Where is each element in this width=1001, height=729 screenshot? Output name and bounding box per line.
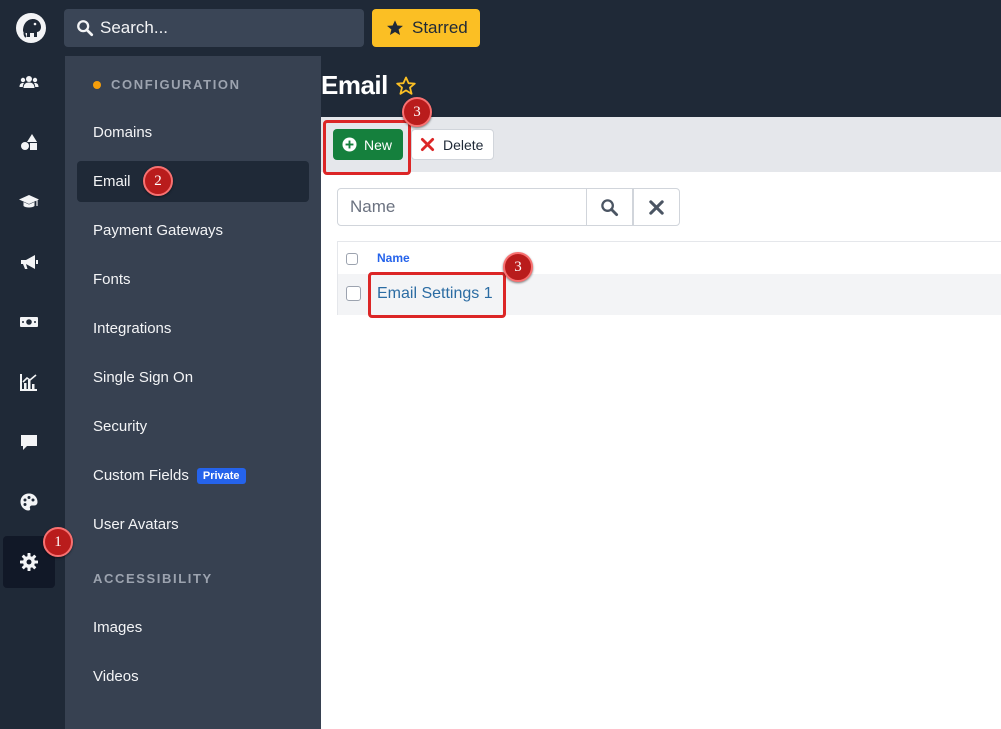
sidebar-item-integrations[interactable]: Integrations [77, 308, 309, 349]
sidebar-item-security[interactable]: Security [77, 406, 309, 447]
rail-courses[interactable] [3, 176, 55, 228]
annotation-marker-3-row: 3 [503, 252, 533, 282]
top-bar: Starred [0, 0, 1001, 56]
sidebar-item-email[interactable]: Email [77, 161, 309, 202]
sidebar-item-payment-gateways[interactable]: Payment Gateways [77, 210, 309, 251]
row-checkbox[interactable] [346, 286, 361, 301]
rail-themes[interactable] [3, 476, 55, 528]
name-filter-input[interactable] [337, 188, 587, 226]
rail-sales[interactable] [3, 296, 55, 348]
palette-icon [20, 493, 38, 511]
gear-icon [20, 553, 38, 571]
annotation-marker-1: 1 [43, 527, 73, 557]
sidebar-item-images[interactable]: Images [77, 607, 309, 648]
rail-analytics[interactable] [3, 356, 55, 408]
rail-shapes[interactable] [3, 116, 55, 168]
starred-label: Starred [412, 18, 468, 37]
rail-marketing[interactable] [3, 236, 55, 288]
elephant-logo-icon[interactable] [14, 11, 48, 45]
close-icon [649, 199, 664, 215]
sidebar-item-videos[interactable]: Videos [77, 656, 309, 697]
chart-icon [20, 374, 37, 391]
graduation-cap-icon [19, 195, 39, 208]
search-input[interactable] [100, 18, 350, 38]
sidebar-item-single-sign-on[interactable]: Single Sign On [77, 357, 309, 398]
search-icon [77, 20, 94, 37]
section-dot-icon [93, 81, 101, 89]
delete-button[interactable]: Delete [411, 129, 494, 160]
rail-users[interactable] [3, 56, 55, 108]
section-configuration: CONFIGURATION [93, 77, 241, 92]
bullhorn-icon [21, 255, 38, 269]
money-bill-icon [20, 317, 38, 327]
settings-sidebar: CONFIGURATION Domains Email Payment Gate… [65, 56, 321, 729]
star-icon [387, 20, 403, 36]
private-badge: Private [196, 467, 246, 484]
search-icon [601, 198, 619, 216]
users-icon [19, 76, 39, 88]
section-accessibility: ACCESSIBILITY [93, 571, 213, 586]
sidebar-item-fonts[interactable]: Fonts [77, 259, 309, 300]
annotation-marker-2: 2 [143, 166, 173, 196]
select-all-checkbox[interactable] [346, 253, 358, 265]
favorite-star-icon[interactable] [396, 76, 416, 96]
annotation-marker-3-new: 3 [402, 97, 432, 127]
annotation-box-email-settings [368, 272, 506, 318]
table-header: Name [338, 242, 1001, 274]
sidebar-item-custom-fields[interactable]: Custom Fields Private [77, 455, 309, 496]
icon-rail [0, 56, 60, 729]
rail-messages[interactable] [3, 416, 55, 468]
page-title: Email [321, 70, 388, 100]
global-search[interactable] [64, 9, 364, 47]
annotation-box-new [323, 120, 411, 175]
starred-button[interactable]: Starred [372, 9, 480, 47]
column-header-name[interactable]: Name [377, 251, 410, 265]
close-icon [420, 137, 435, 152]
comment-icon [21, 435, 37, 450]
sidebar-item-user-avatars[interactable]: User Avatars [77, 504, 309, 545]
shapes-icon [21, 134, 37, 150]
filter-search-button[interactable] [586, 188, 633, 226]
filter-clear-button[interactable] [633, 188, 680, 226]
sidebar-item-domains[interactable]: Domains [77, 112, 309, 153]
